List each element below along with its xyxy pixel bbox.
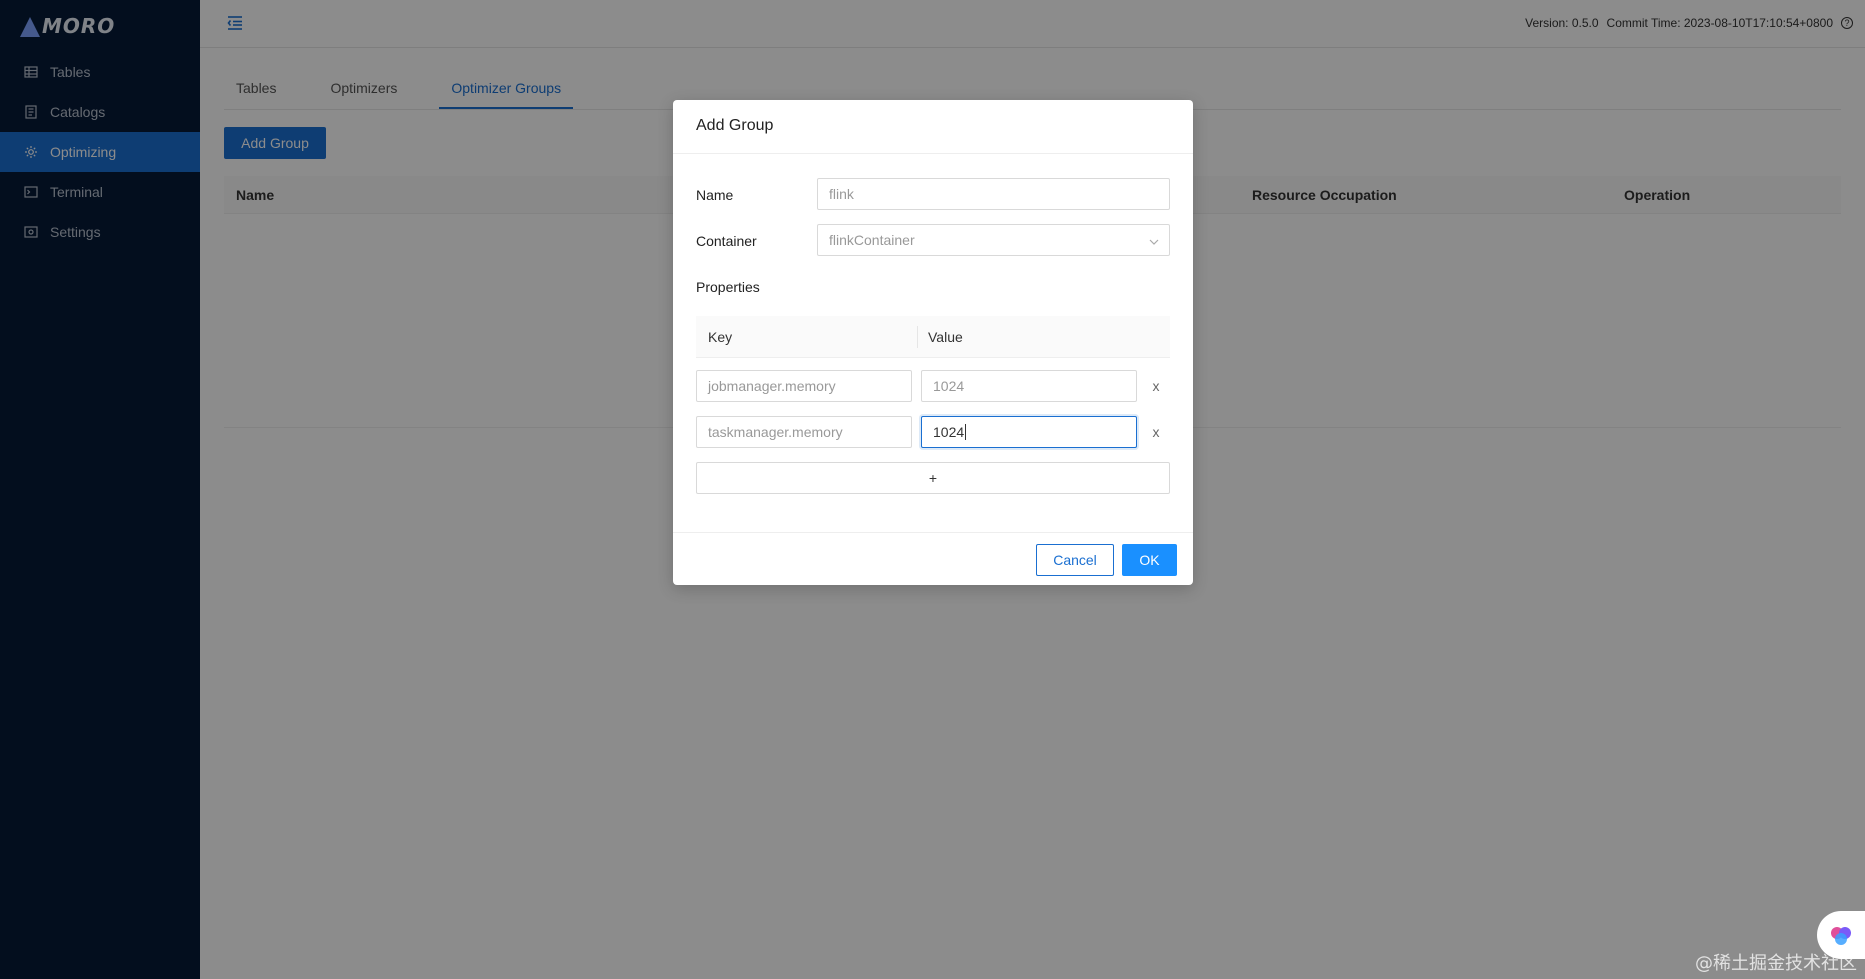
modal-title: Add Group	[673, 100, 1193, 154]
property-key-input[interactable]: jobmanager.memory	[696, 370, 912, 402]
name-input-value: flink	[829, 186, 854, 202]
name-input[interactable]: flink	[817, 178, 1170, 210]
property-value-input[interactable]: 1024	[921, 416, 1137, 448]
key-column-header: Key	[708, 329, 733, 345]
remove-property-icon[interactable]: x	[1148, 378, 1164, 394]
property-key-value: jobmanager.memory	[708, 378, 836, 394]
brain-icon	[1831, 927, 1851, 945]
text-cursor	[965, 424, 967, 440]
modal-body: Name flink Container flinkContainer Prop…	[673, 154, 1193, 532]
container-select[interactable]: flinkContainer	[817, 224, 1170, 256]
property-value-value: 1024	[933, 424, 965, 440]
name-label: Name	[696, 187, 734, 203]
column-divider	[917, 326, 918, 348]
watermark-text: @稀土掘金技术社区	[1695, 953, 1857, 974]
chevron-down-icon	[1149, 234, 1159, 245]
property-key-value: taskmanager.memory	[708, 424, 843, 440]
property-value-value: 1024	[933, 378, 965, 394]
value-column-header: Value	[928, 329, 963, 345]
properties-table-header: Key Value	[696, 316, 1170, 358]
add-group-modal: Add Group Name flink Container flinkCont…	[673, 100, 1193, 585]
remove-property-icon[interactable]: x	[1148, 424, 1164, 440]
cancel-button[interactable]: Cancel	[1036, 544, 1114, 576]
ok-button[interactable]: OK	[1122, 544, 1177, 576]
container-select-value: flinkContainer	[829, 232, 915, 248]
add-property-button[interactable]: +	[696, 462, 1170, 494]
container-label: Container	[696, 233, 757, 249]
property-value-input[interactable]: 1024	[921, 370, 1137, 402]
modal-footer: Cancel OK	[673, 532, 1193, 585]
properties-label: Properties	[696, 279, 760, 295]
property-key-input[interactable]: taskmanager.memory	[696, 416, 912, 448]
